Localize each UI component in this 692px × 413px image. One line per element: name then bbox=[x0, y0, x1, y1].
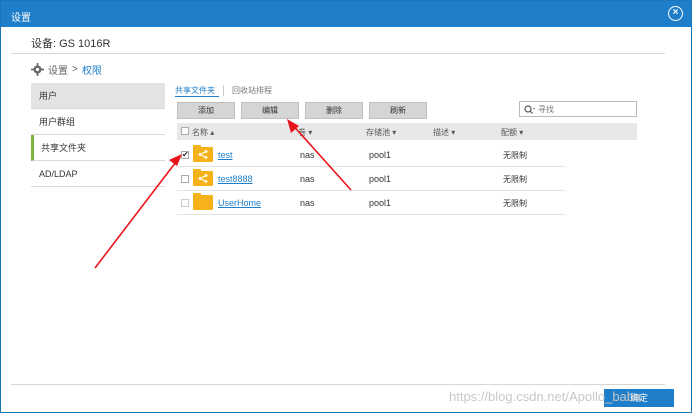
volume-cell: nas bbox=[300, 150, 315, 160]
breadcrumb-root[interactable]: 设置 bbox=[48, 62, 68, 77]
search-icon bbox=[524, 104, 535, 114]
add-button[interactable]: 添加 bbox=[177, 102, 235, 119]
pool-cell: pool1 bbox=[369, 198, 392, 208]
watermark: https://blog.csdn.net/Apollo_baba bbox=[449, 389, 642, 404]
pool-cell: pool1 bbox=[369, 174, 392, 184]
volume-cell: nas bbox=[300, 174, 315, 184]
tab-bar: 共享文件夹 回收站排程 bbox=[175, 85, 280, 96]
toolbar: 添加 编辑 删除 刷新 bbox=[177, 102, 427, 119]
quota-cell: 无限制 bbox=[503, 151, 527, 160]
footer-divider bbox=[11, 384, 665, 385]
breadcrumb-current: 权限 bbox=[81, 66, 102, 77]
pool-cell: pool1 bbox=[369, 150, 392, 160]
folder-icon bbox=[193, 193, 213, 210]
quota-cell: 无限制 bbox=[503, 175, 527, 184]
sidebar-item-user-groups[interactable]: 用户群组 bbox=[31, 109, 165, 135]
table-header: 名称 ▴ 卷 ▾ 存储池 ▾ 描述 ▾ 配额 ▾ bbox=[177, 123, 637, 140]
breadcrumb: 设置 > 权限 bbox=[31, 62, 102, 77]
sidebar-item-users[interactable]: 用户 bbox=[31, 83, 165, 109]
table-row[interactable]: UserHome nas pool1 无限制 bbox=[177, 191, 565, 215]
active-tab-indicator bbox=[175, 96, 219, 97]
table-row[interactable]: ✔ test nas pool1 无限制 bbox=[177, 143, 565, 167]
shared-folder-icon bbox=[193, 145, 213, 162]
tab-shared-folders[interactable]: 共享文件夹 bbox=[175, 85, 223, 96]
column-quota[interactable]: 配额 ▾ bbox=[501, 127, 523, 138]
refresh-button[interactable]: 刷新 bbox=[369, 102, 427, 119]
close-icon[interactable]: × bbox=[668, 6, 683, 21]
column-description[interactable]: 描述 ▾ bbox=[433, 127, 455, 138]
settings-window: 设置 × 设备: GS 1016R 设置 > 权限 用户 用户群组 共享文件夹 … bbox=[0, 0, 692, 413]
row-checkbox[interactable] bbox=[181, 175, 189, 183]
column-volume[interactable]: 卷 ▾ bbox=[298, 127, 312, 138]
sidebar-item-ad-ldap[interactable]: AD/LDAP bbox=[31, 161, 165, 187]
volume-cell: nas bbox=[300, 198, 315, 208]
search-box[interactable] bbox=[519, 101, 637, 117]
folder-name-link[interactable]: UserHome bbox=[218, 198, 261, 208]
breadcrumb-separator: > bbox=[72, 64, 78, 75]
sidebar: 用户 用户群组 共享文件夹 AD/LDAP bbox=[31, 83, 165, 187]
edit-button[interactable]: 编辑 bbox=[241, 102, 299, 119]
shared-folder-icon bbox=[193, 169, 213, 186]
quota-cell: 无限制 bbox=[503, 199, 527, 208]
row-checkbox-checked[interactable]: ✔ bbox=[181, 151, 189, 159]
tab-recycle-bin-schedule[interactable]: 回收站排程 bbox=[223, 85, 280, 96]
table-row[interactable]: test8888 nas pool1 无限制 bbox=[177, 167, 565, 191]
column-name[interactable]: 名称 ▴ bbox=[192, 127, 214, 138]
divider bbox=[11, 53, 665, 54]
title-bar: 设置 × bbox=[1, 1, 691, 27]
search-input[interactable] bbox=[538, 104, 618, 114]
select-all-checkbox[interactable] bbox=[181, 127, 189, 135]
row-checkbox-disabled bbox=[181, 199, 189, 207]
delete-button[interactable]: 删除 bbox=[305, 102, 363, 119]
window-title: 设置 bbox=[11, 13, 31, 24]
folder-name-link[interactable]: test8888 bbox=[218, 174, 253, 184]
column-storage-pool[interactable]: 存储池 ▾ bbox=[366, 127, 396, 138]
device-title: 设备: GS 1016R bbox=[31, 38, 111, 50]
sidebar-item-shared-folders[interactable]: 共享文件夹 bbox=[31, 135, 165, 161]
folder-name-link[interactable]: test bbox=[218, 150, 233, 160]
gear-icon bbox=[31, 63, 44, 76]
